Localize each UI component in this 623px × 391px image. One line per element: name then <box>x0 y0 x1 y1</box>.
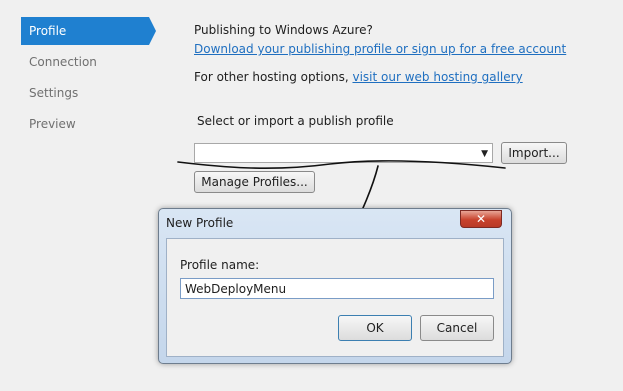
dropdown-arrow-icon: ▼ <box>481 149 488 159</box>
active-pointer-icon <box>149 17 156 45</box>
new-profile-dialog: New Profile ✕ Profile name: OK Cancel <box>158 208 512 364</box>
import-button[interactable]: Import... <box>501 142 567 164</box>
manage-profiles-button[interactable]: Manage Profiles... <box>194 171 315 193</box>
cancel-button[interactable]: Cancel <box>420 315 494 341</box>
dialog-body: Profile name: OK Cancel <box>166 238 504 357</box>
profile-name-label: Profile name: <box>180 258 260 272</box>
azure-heading: Publishing to Windows Azure? <box>194 23 373 37</box>
sidebar-item-settings[interactable]: Settings <box>21 79 78 107</box>
close-icon[interactable]: ✕ <box>460 210 502 228</box>
select-profile-label: Select or import a publish profile <box>197 114 394 128</box>
sidebar-nav: Profile Connection Settings Preview <box>0 0 160 391</box>
other-hosting-text: For other hosting options, visit our web… <box>194 70 523 84</box>
download-profile-link[interactable]: Download your publishing profile or sign… <box>194 42 566 56</box>
sidebar-item-connection[interactable]: Connection <box>21 48 97 76</box>
profile-name-input[interactable] <box>180 278 494 299</box>
other-hosting-label: For other hosting options, <box>194 70 349 84</box>
dialog-title: New Profile <box>166 216 234 230</box>
publish-profile-select[interactable]: ▼ <box>194 143 493 163</box>
hosting-gallery-link[interactable]: visit our web hosting gallery <box>352 70 522 84</box>
sidebar-item-preview[interactable]: Preview <box>21 110 76 138</box>
sidebar-item-profile[interactable]: Profile <box>21 17 149 45</box>
ok-button[interactable]: OK <box>338 315 412 341</box>
